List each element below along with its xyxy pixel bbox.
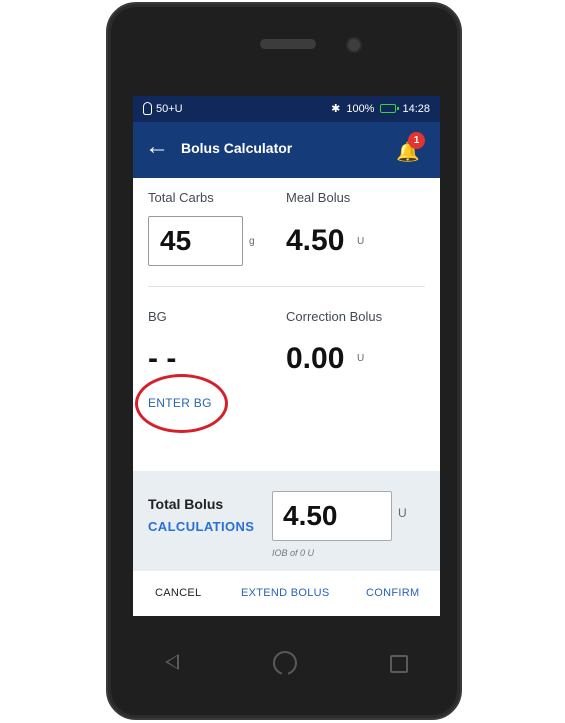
total-bolus-label: Total Bolus [148, 496, 224, 512]
carbs-unit: g [249, 236, 255, 247]
correction-bolus-unit: U [357, 353, 365, 364]
total-carbs-label: Total Carbs [148, 190, 214, 205]
battery-percent: 100% [346, 102, 375, 115]
phone-speaker [260, 39, 316, 49]
status-time: 14:28 [402, 102, 430, 115]
back-arrow-icon[interactable]: ← [145, 135, 169, 160]
action-bar: CANCEL EXTEND BOLUS CONFIRM [133, 571, 440, 616]
nav-home-icon[interactable] [273, 651, 297, 677]
section-divider [148, 286, 425, 287]
meal-bolus-unit: U [357, 236, 365, 247]
correction-bolus-label: Correction Bolus [286, 309, 383, 324]
nav-recent-apps-icon[interactable] [390, 655, 408, 673]
extend-bolus-button[interactable]: EXTEND BOLUS [241, 587, 330, 599]
meal-bolus-value: 4.50 [286, 224, 345, 257]
insulin-reading: 50+U [156, 102, 183, 115]
pod-icon [143, 102, 152, 115]
app-screen: 50+U ✱ 100% 14:28 ← Bolus Calculator 🔔 1… [133, 96, 440, 616]
bg-label: BG [148, 309, 167, 324]
correction-bolus-value: 0.00 [286, 342, 345, 375]
notifications-button[interactable]: 🔔 1 [394, 132, 426, 166]
phone-camera [346, 37, 362, 53]
app-bar: ← Bolus Calculator 🔔 1 [133, 122, 440, 178]
nav-back-icon[interactable] [165, 654, 179, 670]
battery-icon [380, 104, 400, 113]
total-bolus-input[interactable]: 4.50 [272, 491, 392, 541]
iob-note: IOB of 0 U [272, 548, 315, 558]
status-bar: 50+U ✱ 100% 14:28 [133, 96, 440, 122]
total-bolus-panel: Total Bolus CALCULATIONS 4.50 U IOB of 0… [133, 471, 440, 571]
confirm-button[interactable]: CONFIRM [366, 587, 419, 599]
calculations-link[interactable]: CALCULATIONS [148, 519, 254, 534]
page-title: Bolus Calculator [181, 140, 293, 156]
bg-value: - - [148, 342, 177, 375]
cancel-button[interactable]: CANCEL [155, 587, 201, 599]
total-carbs-input[interactable]: 45 [148, 216, 243, 266]
notification-badge: 1 [408, 132, 425, 149]
highlight-annotation [135, 374, 228, 433]
meal-bolus-label: Meal Bolus [286, 190, 351, 205]
bluetooth-icon: ✱ [331, 103, 341, 115]
total-bolus-unit: U [398, 506, 407, 520]
